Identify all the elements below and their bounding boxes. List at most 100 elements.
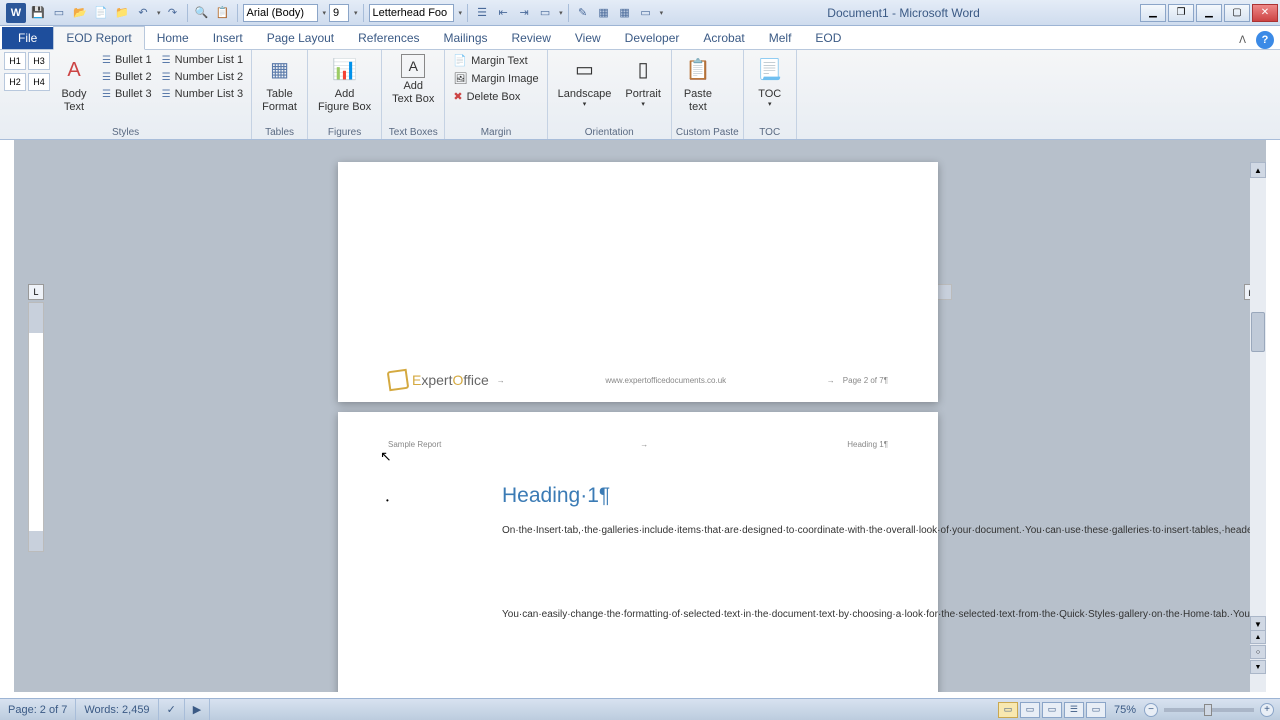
font-dropdown[interactable]: ▾ <box>323 9 327 17</box>
zoom-out-button[interactable]: − <box>1144 703 1158 717</box>
margin-image-button[interactable]: 🖼Margin Image <box>449 70 542 87</box>
qat-icon-12[interactable]: ▭ <box>536 4 554 22</box>
print-preview-icon[interactable]: 🔍 <box>193 4 211 22</box>
margin-text-button[interactable]: 📄Margin Text <box>449 52 542 69</box>
ribbon: H1 H3 H2 H4 A Body Text ☰Bullet 1 ☰Bulle… <box>0 50 1280 140</box>
maximize-button[interactable]: ▢ <box>1224 4 1250 22</box>
qat-icon-16[interactable]: ▭ <box>637 4 655 22</box>
body-text-button[interactable]: A Body Text <box>52 52 96 116</box>
qat-icon-2[interactable]: ▭ <box>50 4 68 22</box>
qat-icon-5[interactable]: 📁 <box>113 4 131 22</box>
vertical-ruler[interactable] <box>28 302 44 552</box>
help-icon[interactable]: ? <box>1256 31 1274 49</box>
file-tab[interactable]: File <box>2 27 53 49</box>
prev-page-button[interactable]: ▲ <box>1250 630 1266 644</box>
mdi-min-button[interactable]: ▁ <box>1140 4 1166 22</box>
macro-icon[interactable]: ▶ <box>185 699 210 720</box>
numlist1-button[interactable]: ☰Number List 1 <box>158 52 247 68</box>
zoom-slider-thumb[interactable] <box>1204 704 1212 716</box>
h3-button[interactable]: H3 <box>28 52 50 70</box>
document-area: L 2020406080100120140160180 ▤ ExpertOffi… <box>14 140 1266 692</box>
zoom-level[interactable]: 75% <box>1114 704 1136 716</box>
group-figures: 📊 Add Figure Box Figures <box>308 50 382 139</box>
tab-view[interactable]: View <box>563 27 613 49</box>
tab-page-layout[interactable]: Page Layout <box>255 27 346 49</box>
add-figure-button[interactable]: 📊 Add Figure Box <box>312 52 377 116</box>
browse-object-button[interactable]: ○ <box>1250 645 1266 659</box>
bullet1-button[interactable]: ☰Bullet 1 <box>98 52 156 68</box>
print-layout-view[interactable]: ▭ <box>998 702 1018 718</box>
tab-home[interactable]: Home <box>145 27 201 49</box>
zoom-slider[interactable] <box>1164 708 1254 712</box>
draft-view[interactable]: ▭ <box>1086 702 1106 718</box>
mdi-restore-button[interactable]: ❐ <box>1168 4 1194 22</box>
landscape-button[interactable]: ▭ Landscape▾ <box>552 52 618 112</box>
toc-button[interactable]: 📃 TOC▾ <box>748 52 792 112</box>
tab-insert[interactable]: Insert <box>201 27 255 49</box>
tab-melf[interactable]: Melf <box>757 27 804 49</box>
qat-icon-14[interactable]: ▦ <box>595 4 613 22</box>
tab-eod[interactable]: EOD <box>803 27 853 49</box>
page-1[interactable]: ExpertOffice → www.expertofficedocuments… <box>338 162 938 402</box>
outdent-icon[interactable]: ⇤ <box>494 4 512 22</box>
proofing-icon[interactable]: ✓ <box>159 699 185 720</box>
size-dropdown[interactable]: ▾ <box>354 9 358 17</box>
paste-text-button[interactable]: 📋 Paste text <box>676 52 720 116</box>
save-icon[interactable]: 💾 <box>29 4 47 22</box>
undo-dropdown[interactable]: ▾ <box>157 9 161 17</box>
scroll-thumb[interactable] <box>1251 312 1265 352</box>
bullet2-button[interactable]: ☰Bullet 2 <box>98 69 156 85</box>
delete-icon: ✖ <box>453 90 462 103</box>
close-button[interactable]: ✕ <box>1252 4 1278 22</box>
quick-style-box[interactable]: Letterhead Foo <box>369 4 454 22</box>
figures-group-label: Figures <box>312 126 377 139</box>
outline-view[interactable]: ☰ <box>1064 702 1084 718</box>
qat-dd-12[interactable]: ▾ <box>559 9 563 17</box>
qat-icon-8[interactable]: 📋 <box>214 4 232 22</box>
tab-eod-report[interactable]: EOD Report <box>53 26 144 50</box>
document-heading[interactable]: Heading·1¶ <box>502 484 610 508</box>
document-paragraph-2[interactable]: You·can·easily·change·the·formatting·of·… <box>502 608 888 622</box>
bullet3-button[interactable]: ☰Bullet 3 <box>98 86 156 102</box>
h1-button[interactable]: H1 <box>4 52 26 70</box>
qat-icon-13[interactable]: ✎ <box>574 4 592 22</box>
redo-icon[interactable]: ↷ <box>164 4 182 22</box>
document-paragraph-1[interactable]: On·the·Insert·tab,·the·galleries·include… <box>502 524 888 538</box>
qat-icon-4[interactable]: 📄 <box>92 4 110 22</box>
minimize-button[interactable]: ▁ <box>1196 4 1222 22</box>
open-icon[interactable]: 📂 <box>71 4 89 22</box>
h4-button[interactable]: H4 <box>28 73 50 91</box>
tab-references[interactable]: References <box>346 27 431 49</box>
word-count[interactable]: Words: 2,459 <box>76 699 158 720</box>
undo-icon[interactable]: ↶ <box>134 4 152 22</box>
indent-icon[interactable]: ⇥ <box>515 4 533 22</box>
font-name-box[interactable]: Arial (Body) <box>243 4 318 22</box>
numlist2-button[interactable]: ☰Number List 2 <box>158 69 247 85</box>
tab-acrobat[interactable]: Acrobat <box>691 27 756 49</box>
portrait-button[interactable]: ▯ Portrait▾ <box>619 52 666 112</box>
scroll-up-button[interactable]: ▲ <box>1250 162 1266 178</box>
h2-button[interactable]: H2 <box>4 73 26 91</box>
style-dropdown[interactable]: ▾ <box>459 9 463 17</box>
tab-developer[interactable]: Developer <box>613 27 692 49</box>
qat-icon-15[interactable]: ▦ <box>616 4 634 22</box>
next-page-button[interactable]: ▼ <box>1250 660 1266 674</box>
tab-review[interactable]: Review <box>500 27 563 49</box>
qat-more[interactable]: ▾ <box>660 9 664 17</box>
table-format-button[interactable]: ▦ Table Format <box>256 52 303 116</box>
web-layout-view[interactable]: ▭ <box>1042 702 1062 718</box>
ruler-corner[interactable]: L <box>28 284 44 300</box>
minimize-ribbon-icon[interactable]: ᐱ <box>1239 35 1246 46</box>
vertical-scrollbar[interactable]: ▲ ▼ ▲ ○ ▼ <box>1250 162 1266 692</box>
numlist3-button[interactable]: ☰Number List 3 <box>158 86 247 102</box>
status-bar: Page: 2 of 7 Words: 2,459 ✓ ▶ ▭ ▭ ▭ ☰ ▭ … <box>0 698 1280 720</box>
full-screen-view[interactable]: ▭ <box>1020 702 1040 718</box>
zoom-in-button[interactable]: + <box>1260 703 1274 717</box>
add-textbox-button[interactable]: A Add Text Box <box>386 52 440 108</box>
delete-box-button[interactable]: ✖Delete Box <box>449 88 542 105</box>
page-indicator[interactable]: Page: 2 of 7 <box>0 699 76 720</box>
font-size-box[interactable]: 9 <box>329 4 349 22</box>
tab-mailings[interactable]: Mailings <box>432 27 500 49</box>
page-2[interactable]: Sample Report → Heading 1¶ ↖ • Heading·1… <box>338 412 938 692</box>
qat-icon-9[interactable]: ☰ <box>473 4 491 22</box>
